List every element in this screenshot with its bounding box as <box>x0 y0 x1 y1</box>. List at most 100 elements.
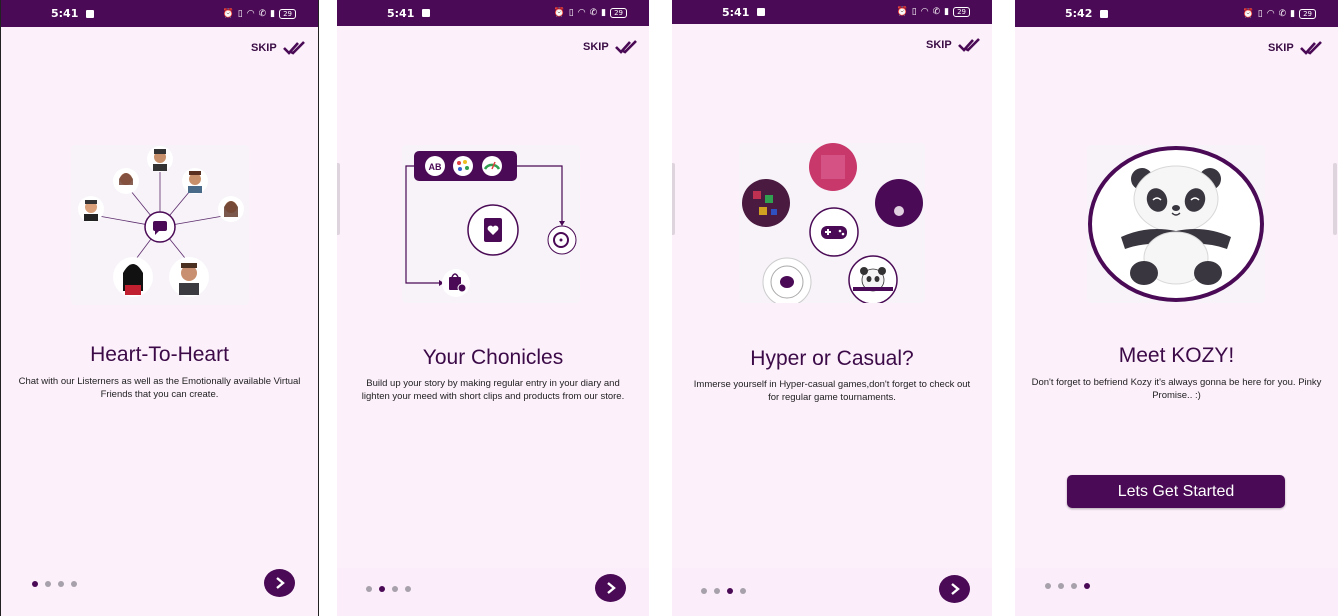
wifi-calling-icon: ✆ <box>1278 8 1287 19</box>
double-check-icon <box>614 40 637 54</box>
status-bar: 5:41 ⏰ ▯ ◠ ✆ ▮ 29 <box>672 0 992 24</box>
scroll-edge <box>337 163 340 235</box>
signal-icon: ▮ <box>601 8 607 18</box>
wifi-icon: ◠ <box>920 7 929 17</box>
double-check-icon <box>1299 41 1322 55</box>
page-title: Meet KOZY! <box>1118 344 1235 367</box>
wifi-calling-icon: ✆ <box>932 7 941 17</box>
illustration-chronicles: AB <box>402 145 580 303</box>
vibrate-icon: ▯ <box>568 8 574 18</box>
alarm-icon: ⏰ <box>222 8 234 19</box>
next-button[interactable] <box>264 569 295 597</box>
double-check-icon <box>957 38 980 52</box>
page-dot <box>727 588 733 594</box>
wifi-icon: ◠ <box>1266 8 1275 19</box>
page-title: Hyper or Casual? <box>750 347 914 370</box>
alarm-icon: ⏰ <box>553 8 565 18</box>
status-icons: ⏰ ▯ ◠ ✆ ▮ 29 <box>897 7 970 17</box>
chevron-right-icon <box>606 582 616 594</box>
status-time: 5:42 <box>1065 7 1093 20</box>
page-dot <box>740 588 746 594</box>
status-bar: 5:42 ⏰ ▯ ◠ ✆ ▮ 29 <box>1015 0 1338 27</box>
page-dot <box>71 581 77 587</box>
chevron-right-icon <box>275 577 285 589</box>
chronicles-illustration: AB <box>405 151 577 297</box>
notification-icon <box>1100 9 1109 18</box>
status-icons: ⏰ ▯ ◠ ✆ ▮ 29 <box>1242 8 1316 19</box>
page-indicator <box>1045 583 1090 589</box>
illustration-chat-network <box>71 145 249 305</box>
signal-icon: ▮ <box>1290 8 1296 19</box>
scroll-edge <box>1333 163 1337 235</box>
page-dot <box>45 581 51 587</box>
page-dot <box>1084 583 1090 589</box>
vibrate-icon: ▯ <box>1257 8 1263 19</box>
page-description: Immerse yourself in Hyper-casual games,d… <box>693 379 971 403</box>
chevron-right-icon <box>950 583 960 595</box>
get-started-button[interactable]: Lets Get Started <box>1067 475 1285 508</box>
status-time: 5:41 <box>722 5 750 19</box>
status-bar: 5:41 ⏰ ▯ ◠ ✆ ▮ 29 <box>1 0 318 27</box>
status-time: 5:41 <box>51 7 79 20</box>
alarm-icon: ⏰ <box>1242 8 1254 19</box>
page-description: Chat with our Listerners as well as the … <box>18 376 301 400</box>
battery-icon: 29 <box>279 8 296 19</box>
skip-button[interactable]: SKIP <box>251 40 305 56</box>
page-title: Heart-To-Heart <box>90 343 229 366</box>
page-dot <box>58 581 64 587</box>
page-description: Build up your story by making regular en… <box>361 378 625 402</box>
status-icons: ⏰ ▯ ◠ ✆ ▮ 29 <box>222 8 296 19</box>
skip-button[interactable]: SKIP <box>926 37 980 53</box>
page-dot <box>1045 583 1051 589</box>
battery-icon: 29 <box>953 7 970 17</box>
footer-band <box>1015 568 1338 616</box>
notification-icon <box>757 8 766 16</box>
vibrate-icon: ▯ <box>237 8 243 19</box>
page-indicator <box>366 586 411 592</box>
page-indicator <box>32 581 77 587</box>
illustration-games <box>739 143 925 307</box>
onboarding-screen-1: 5:41 ⏰ ▯ ◠ ✆ ▮ 29 SKIP Heart-To-Heart Ch… <box>0 0 319 616</box>
illustration-kozy-panda <box>1087 145 1265 303</box>
page-dot <box>714 588 720 594</box>
wifi-icon: ◠ <box>577 8 586 18</box>
kozy-panda-illustration <box>1088 146 1264 302</box>
page-dot <box>366 586 372 592</box>
next-button[interactable] <box>595 574 626 602</box>
page-dot <box>1058 583 1064 589</box>
wifi-calling-icon: ✆ <box>258 8 267 19</box>
battery-icon: 29 <box>610 8 627 18</box>
page-dot <box>32 581 38 587</box>
signal-icon: ▮ <box>944 7 950 17</box>
alarm-icon: ⏰ <box>896 7 908 17</box>
vibrate-icon: ▯ <box>911 7 917 17</box>
page-description: Don't forget to befriend Kozy it's alway… <box>1031 377 1322 401</box>
battery-icon: 29 <box>1299 8 1316 19</box>
skip-label: SKIP <box>251 42 277 54</box>
page-dot <box>405 586 411 592</box>
page-dot <box>392 586 398 592</box>
skip-button[interactable]: SKIP <box>583 39 637 55</box>
page-dot <box>379 586 385 592</box>
chat-network-illustration <box>78 146 244 297</box>
onboarding-screen-2: 5:41 ⏰ ▯ ◠ ✆ ▮ 29 SKIP AB Your Chonicles… <box>337 0 649 616</box>
wifi-icon: ◠ <box>246 8 255 19</box>
skip-label: SKIP <box>926 39 952 51</box>
skip-label: SKIP <box>583 41 609 53</box>
onboarding-screen-3: 5:41 ⏰ ▯ ◠ ✆ ▮ 29 SKIP Hyper or Casual? … <box>672 0 992 616</box>
page-indicator <box>701 588 746 594</box>
notification-icon <box>422 9 431 17</box>
skip-button[interactable]: SKIP <box>1268 40 1322 56</box>
double-check-icon <box>282 41 305 55</box>
wifi-calling-icon: ✆ <box>589 8 598 18</box>
status-icons: ⏰ ▯ ◠ ✆ ▮ 29 <box>554 8 627 18</box>
onboarding-screen-4: 5:42 ⏰ ▯ ◠ ✆ ▮ 29 SKIP Meet KOZY! Don't … <box>1015 0 1338 616</box>
games-illustration <box>742 143 923 307</box>
scroll-edge <box>672 163 675 235</box>
notification-icon <box>86 9 95 18</box>
page-dot <box>1071 583 1077 589</box>
signal-icon: ▮ <box>270 8 276 19</box>
skip-label: SKIP <box>1268 42 1294 54</box>
status-time: 5:41 <box>387 6 415 20</box>
next-button[interactable] <box>939 575 970 603</box>
